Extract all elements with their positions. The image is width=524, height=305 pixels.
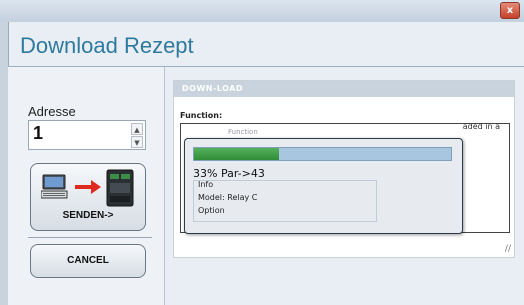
send-label: SENDEN-> — [62, 210, 114, 221]
address-value: 1 — [33, 123, 44, 143]
panel-header: DOWN-LOAD — [174, 81, 514, 97]
info-label: Info — [198, 180, 214, 189]
faded-tab-label: Function — [228, 128, 258, 136]
progress-dialog: 33% Par->43 Info Model: Relay C Option — [184, 138, 463, 234]
info-box: Info Model: Relay C Option — [193, 180, 377, 222]
relay-device-icon — [106, 169, 134, 207]
function-label: Function: — [180, 111, 223, 120]
cancel-button[interactable]: CANCEL — [30, 244, 146, 278]
address-label: Adresse — [28, 104, 76, 119]
address-input[interactable]: 1 ▲ ▼ — [28, 120, 146, 150]
panel-separator — [164, 67, 165, 305]
close-button[interactable]: x — [500, 2, 520, 19]
left-divider — [28, 237, 152, 238]
resize-grip-icon[interactable]: // — [505, 244, 511, 254]
progress-text: 33% Par->43 — [193, 167, 265, 180]
window-titlebar: x — [0, 0, 524, 22]
spin-up-button[interactable]: ▲ — [131, 123, 143, 135]
spin-down-button[interactable]: ▼ — [131, 136, 143, 148]
arrow-right-icon — [75, 180, 101, 194]
progress-bar — [193, 147, 452, 161]
computer-icon — [41, 174, 68, 199]
send-button[interactable]: SENDEN-> — [30, 163, 146, 231]
progress-fill — [194, 148, 279, 160]
dialog-title: Download Rezept — [20, 33, 194, 58]
model-line: Model: Relay C — [198, 193, 258, 202]
option-label: Option — [198, 206, 225, 215]
